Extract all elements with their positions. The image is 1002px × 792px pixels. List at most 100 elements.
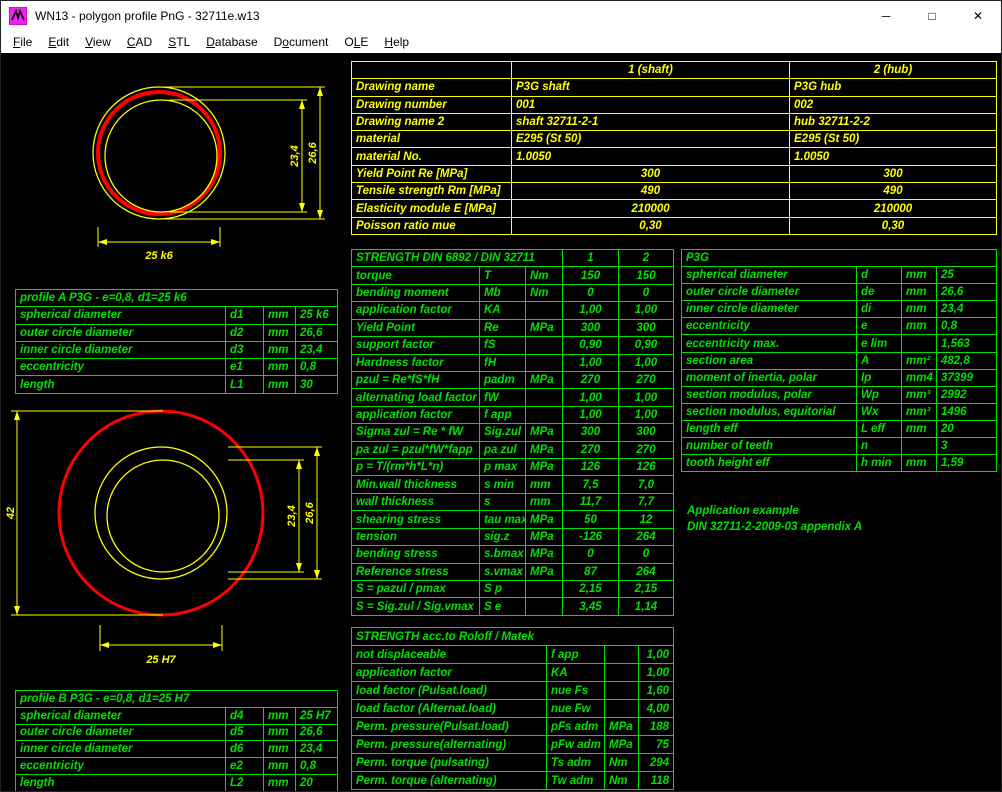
table-cell: Mb (480, 285, 526, 302)
row-label: outer circle diameter (682, 284, 857, 301)
table-cell (902, 438, 937, 455)
table-cell: pFw adm (547, 736, 605, 754)
table-cell: 210000 (512, 200, 790, 217)
table-cell: 270 (563, 372, 619, 389)
table-cell: 1,14 (619, 598, 674, 615)
table-cell: 300 (563, 320, 619, 337)
table-cell: 126 (563, 459, 619, 476)
table-cell: 0 (619, 546, 674, 563)
table-cell: mm (902, 284, 937, 301)
table-cell (526, 598, 563, 615)
table-cell: MPa (526, 511, 563, 528)
row-label: Reference stress (352, 564, 480, 581)
table-cell: sig.z (480, 529, 526, 546)
table-cell: L eff (857, 421, 902, 438)
table-cell: 23,4 (937, 301, 997, 318)
table-cell: de (857, 284, 902, 301)
row-label: eccentricity (16, 758, 226, 775)
table-cell: Wp (857, 387, 902, 404)
table-cell: mm (264, 359, 296, 376)
menu-ole[interactable]: OLE (336, 31, 376, 53)
row-label: load factor (Pulsat.load) (352, 682, 547, 700)
row-label: Perm. pressure(Pulsat.load) (352, 718, 547, 736)
application-example-note: Application example DIN 32711-2-2009-03 … (687, 503, 862, 535)
table-cell: -126 (563, 529, 619, 546)
table-cell: 300 (619, 424, 674, 441)
table-cell: d (857, 267, 902, 284)
menu-help[interactable]: Help (376, 31, 417, 53)
row-label: application factor (352, 407, 480, 424)
table-cell: 20 (296, 775, 338, 792)
row-label: p = T/(rm*h*L*n) (352, 459, 480, 476)
dim-red-outer-label: 42 (5, 507, 17, 520)
row-label: Drawing number (352, 97, 512, 114)
menu-database[interactable]: Database (198, 31, 265, 53)
table-cell: 7,7 (619, 494, 674, 511)
table-cell: 7,0 (619, 476, 674, 493)
table-cell: Nm (526, 267, 563, 284)
menu-view[interactable]: View (77, 31, 119, 53)
menu-stl[interactable]: STL (160, 31, 198, 53)
table-cell: S e (480, 598, 526, 615)
table-cell: 264 (619, 529, 674, 546)
profile-b-table: profile B P3G - e=0,8, d1=25 H7spherical… (15, 690, 338, 792)
menu-edit[interactable]: Edit (40, 31, 77, 53)
polygon-profile-red (98, 92, 220, 214)
strength-roloff-table: STRENGTH acc.to Roloff / Mateknot displa… (351, 627, 674, 790)
row-label: Min.wall thickness (352, 476, 480, 493)
table-title: P3G (682, 250, 997, 267)
table-cell: 4,00 (639, 700, 674, 718)
table-cell: MPa (526, 424, 563, 441)
table-cell: 0,30 (512, 218, 790, 235)
hub-outer-red (59, 411, 263, 615)
table-cell: 264 (619, 564, 674, 581)
close-button[interactable]: ✕ (955, 1, 1001, 31)
table-cell: 270 (619, 372, 674, 389)
table-cell: Ip (857, 370, 902, 387)
row-label: alternating load factor (352, 389, 480, 406)
table-cell: 1,00 (563, 389, 619, 406)
p3g-parameters-table: P3Gspherical diameterdmm25outer circle d… (681, 249, 997, 472)
table-cell: p max (480, 459, 526, 476)
table-cell: shaft 32711-2-1 (512, 114, 790, 131)
table-cell: n (857, 438, 902, 455)
inner-circle (107, 460, 219, 572)
minimize-button[interactable]: ─ (863, 1, 909, 31)
table-cell: mm (264, 775, 296, 792)
table-cell: 12 (619, 511, 674, 528)
table-cell: Tw adm (547, 772, 605, 790)
table-cell: nue Fs (547, 682, 605, 700)
titlebar[interactable]: WN13 - polygon profile PnG - 32711e.w13 … (1, 1, 1001, 31)
table-cell: e (857, 318, 902, 335)
row-label: spherical diameter (16, 708, 226, 725)
menu-cad[interactable]: CAD (119, 31, 160, 53)
table-title: profile B P3G - e=0,8, d1=25 H7 (16, 691, 338, 708)
table-cell: 1,00 (563, 355, 619, 372)
row-label: length eff (682, 421, 857, 438)
table-cell: s.bmax (480, 546, 526, 563)
app-icon (9, 7, 27, 25)
table-cell: d3 (226, 342, 264, 359)
row-label: spherical diameter (16, 307, 226, 324)
table-title: profile A P3G - e=0,8, d1=25 k6 (16, 290, 338, 307)
row-label: Poisson ratio mue (352, 218, 512, 235)
table-cell: mm (902, 267, 937, 284)
table-cell: Re (480, 320, 526, 337)
row-label: length (16, 775, 226, 792)
window-title: WN13 - polygon profile PnG - 32711e.w13 (35, 9, 260, 23)
column-header-2: 2 (619, 250, 674, 267)
row-label: bending stress (352, 546, 480, 563)
table-cell: Ts adm (547, 754, 605, 772)
table-cell: 0,90 (563, 337, 619, 354)
menu-document[interactable]: Document (266, 31, 337, 53)
table-cell: Nm (605, 772, 639, 790)
outer-circle (93, 87, 225, 219)
row-label: Yield Point (352, 320, 480, 337)
menu-file[interactable]: File (5, 31, 40, 53)
table-cell: 26,6 (296, 725, 338, 742)
table-cell: mm (264, 325, 296, 342)
table-cell: 0,30 (790, 218, 997, 235)
maximize-button[interactable]: □ (909, 1, 955, 31)
row-label: Hardness factor (352, 355, 480, 372)
table-cell: MPa (526, 372, 563, 389)
